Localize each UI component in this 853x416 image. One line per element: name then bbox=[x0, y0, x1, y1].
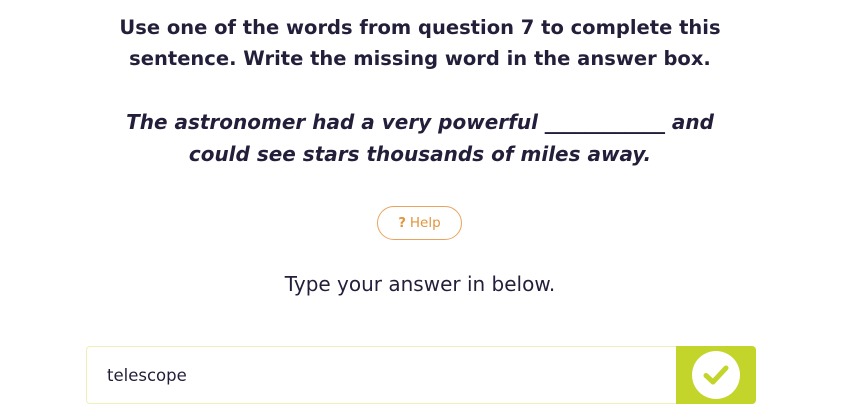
instruction-line-2: sentence. Write the missing word in the … bbox=[129, 47, 711, 70]
help-button[interactable]: ? Help bbox=[377, 206, 462, 240]
question-page: Use one of the words from question 7 to … bbox=[0, 0, 853, 416]
submit-button[interactable] bbox=[676, 346, 756, 404]
question-instruction: Use one of the words from question 7 to … bbox=[0, 12, 840, 74]
sentence-line-2: could see stars thousands of miles away. bbox=[188, 142, 652, 166]
answer-prompt: Type your answer in below. bbox=[284, 272, 556, 296]
help-label: Help bbox=[409, 215, 441, 231]
instruction-line-1: Use one of the words from question 7 to … bbox=[119, 16, 721, 39]
help-icon: ? bbox=[398, 215, 406, 231]
check-circle bbox=[692, 351, 740, 399]
check-icon bbox=[703, 365, 729, 385]
question-sentence: The astronomer had a very powerful _____… bbox=[0, 106, 840, 170]
sentence-line-1: The astronomer had a very powerful _____… bbox=[126, 110, 714, 134]
answer-input[interactable] bbox=[86, 346, 676, 404]
answer-row bbox=[86, 346, 756, 404]
